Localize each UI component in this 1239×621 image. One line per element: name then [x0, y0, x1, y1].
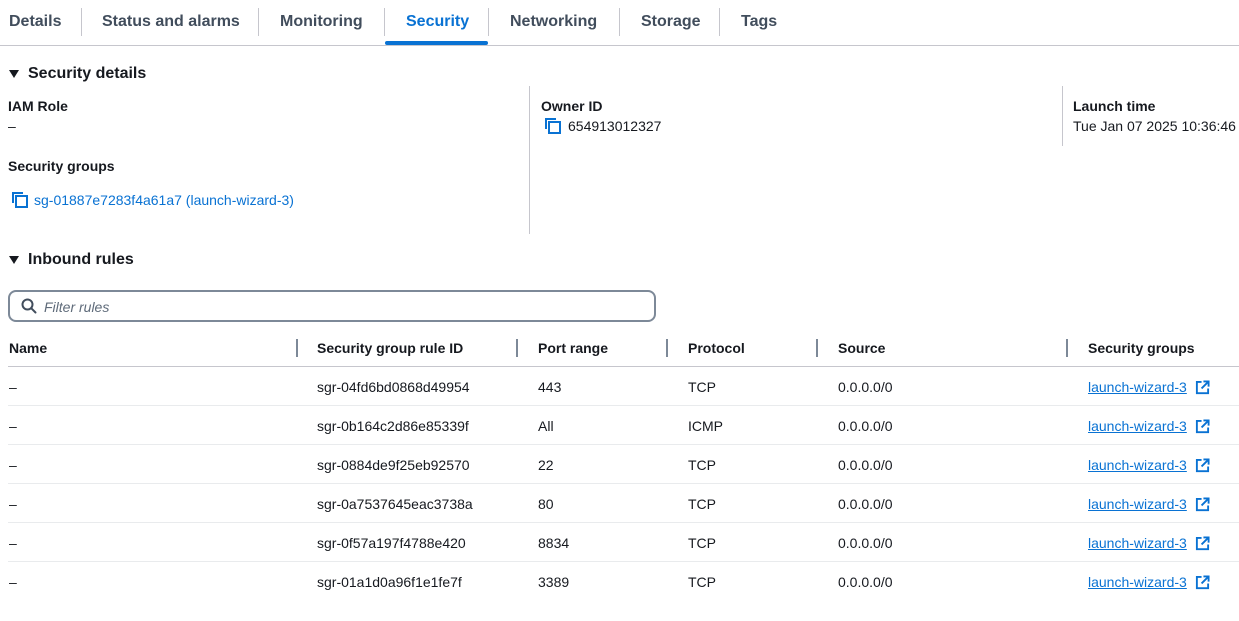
external-link-icon[interactable] [1195, 575, 1210, 590]
filter-rules-box [8, 290, 656, 322]
column-header-security-groups[interactable]: Security groups [1088, 340, 1195, 358]
iam-role-label: IAM Role [8, 98, 68, 114]
tab-storage[interactable]: Storage [641, 0, 701, 45]
tab-details[interactable]: Details [9, 0, 61, 45]
cell-source: 0.0.0.0/0 [838, 574, 893, 590]
column-header-name[interactable]: Name [9, 340, 47, 358]
column-resizer[interactable] [666, 339, 668, 357]
cell-port-range: 443 [538, 379, 562, 395]
row-divider [8, 405, 1239, 406]
cell-protocol: TCP [688, 496, 716, 512]
external-link-icon[interactable] [1195, 419, 1210, 434]
cell-protocol: ICMP [688, 418, 723, 434]
cell-source: 0.0.0.0/0 [838, 379, 893, 395]
cell-name: – [9, 496, 17, 512]
cell-rule-id: sgr-01a1d0a96f1e1fe7f [317, 574, 462, 590]
cell-port-range: All [538, 418, 554, 434]
tab-divider [384, 8, 385, 36]
column-header-port-range[interactable]: Port range [538, 340, 608, 358]
column-header-source[interactable]: Source [838, 340, 885, 358]
security-details-title: Security details [28, 65, 147, 82]
external-link-icon[interactable] [1195, 380, 1210, 395]
column-resizer[interactable] [296, 339, 298, 357]
cell-name: – [9, 457, 17, 473]
cell-protocol: TCP [688, 574, 716, 590]
filter-rules-input[interactable] [44, 297, 644, 317]
column-divider [1062, 86, 1063, 146]
cell-source: 0.0.0.0/0 [838, 418, 893, 434]
cell-port-range: 8834 [538, 535, 570, 551]
tab-divider [81, 8, 82, 36]
security-group-link[interactable]: launch-wizard-3 [1088, 496, 1187, 512]
cell-source: 0.0.0.0/0 [838, 457, 893, 473]
security-groups-label: Security groups [8, 158, 115, 174]
row-divider [8, 561, 1239, 562]
column-resizer[interactable] [1066, 339, 1068, 357]
security-group-link[interactable]: launch-wizard-3 [1088, 535, 1187, 551]
cell-port-range: 22 [538, 457, 554, 473]
tab-divider [619, 8, 620, 36]
inbound-rules-title: Inbound rules [28, 251, 134, 268]
tab-divider [488, 8, 489, 36]
external-link-icon[interactable] [1195, 458, 1210, 473]
cell-name: – [9, 418, 17, 434]
copy-icon[interactable] [12, 192, 28, 208]
tab-divider [719, 8, 720, 36]
tab-divider [258, 8, 259, 36]
cell-name: – [9, 379, 17, 395]
active-tab-indicator [385, 41, 488, 45]
cell-protocol: TCP [688, 379, 716, 395]
cell-rule-id: sgr-0f57a197f4788e420 [317, 535, 466, 551]
column-resizer[interactable] [516, 339, 518, 357]
cell-rule-id: sgr-0a7537645eac3738a [317, 496, 473, 512]
tab-networking[interactable]: Networking [510, 0, 597, 45]
cell-rule-id: sgr-0884de9f25eb92570 [317, 457, 470, 473]
security-group-link[interactable]: launch-wizard-3 [1088, 379, 1187, 395]
tab-monitoring[interactable]: Monitoring [280, 0, 363, 45]
security-group-link[interactable]: launch-wizard-3 [1088, 457, 1187, 473]
cell-port-range: 3389 [538, 574, 570, 590]
tab-bar: Details Status and alarms Monitoring Sec… [0, 0, 1239, 46]
cell-port-range: 80 [538, 496, 554, 512]
cell-protocol: TCP [688, 535, 716, 551]
column-header-protocol[interactable]: Protocol [688, 340, 745, 358]
column-header-rule-id[interactable]: Security group rule ID [317, 340, 463, 358]
launch-time-value: Tue Jan 07 2025 10:36:46 [1073, 118, 1236, 134]
cell-name: – [9, 535, 17, 551]
external-link-icon[interactable] [1195, 536, 1210, 551]
row-divider [8, 483, 1239, 484]
column-resizer[interactable] [816, 339, 818, 357]
inbound-rules-toggle[interactable]: Inbound rules [9, 249, 134, 271]
table-header-divider [8, 366, 1239, 367]
cell-source: 0.0.0.0/0 [838, 496, 893, 512]
cell-rule-id: sgr-04fd6bd0868d49954 [317, 379, 470, 395]
owner-id-value: 654913012327 [568, 118, 662, 134]
tab-security[interactable]: Security [406, 0, 469, 45]
copy-icon[interactable] [545, 118, 561, 134]
caret-down-icon [9, 70, 19, 78]
iam-role-value: – [8, 118, 16, 134]
launch-time-label: Launch time [1073, 98, 1156, 114]
external-link-icon[interactable] [1195, 497, 1210, 512]
cell-rule-id: sgr-0b164c2d86e85339f [317, 418, 469, 434]
security-group-link[interactable]: launch-wizard-3 [1088, 574, 1187, 590]
row-divider [8, 444, 1239, 445]
row-divider [8, 522, 1239, 523]
security-group-link[interactable]: sg-01887e7283f4a61a7 (launch-wizard-3) [34, 192, 294, 208]
search-icon [21, 298, 37, 314]
tab-tags[interactable]: Tags [741, 0, 777, 45]
security-group-link[interactable]: launch-wizard-3 [1088, 418, 1187, 434]
cell-source: 0.0.0.0/0 [838, 535, 893, 551]
security-details-toggle[interactable]: Security details [9, 63, 146, 85]
column-divider [529, 86, 530, 234]
tab-status-and-alarms[interactable]: Status and alarms [102, 0, 240, 45]
caret-down-icon [9, 256, 19, 264]
cell-name: – [9, 574, 17, 590]
cell-protocol: TCP [688, 457, 716, 473]
owner-id-label: Owner ID [541, 98, 603, 114]
